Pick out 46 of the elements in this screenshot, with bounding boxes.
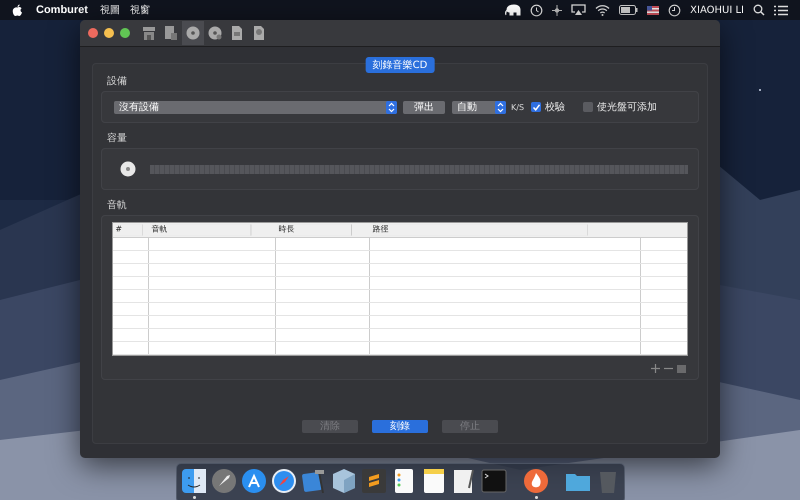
stepper-icon xyxy=(386,100,397,114)
finder-app-icon[interactable] xyxy=(181,468,207,500)
stepper-icon xyxy=(495,100,506,114)
panel-title: 刻錄音樂CD xyxy=(366,57,434,73)
add-icon[interactable] xyxy=(651,364,660,373)
section-label: 音軌 xyxy=(107,198,128,212)
disc-icon xyxy=(186,25,200,41)
column-header[interactable]: 音軌 xyxy=(149,224,251,236)
minimize-button[interactable] xyxy=(104,28,114,38)
airplay-icon[interactable] xyxy=(571,4,586,16)
battery-icon[interactable] xyxy=(619,5,638,15)
column-header[interactable]: # xyxy=(113,224,142,236)
menu-item[interactable]: 視圖 xyxy=(100,3,120,17)
crosshair-icon[interactable] xyxy=(552,4,562,16)
clock-icon[interactable] xyxy=(530,4,544,16)
disc-icon xyxy=(120,161,136,177)
document-icon xyxy=(164,25,178,41)
eject-button[interactable]: 彈出 xyxy=(403,100,445,114)
speed-select[interactable]: 自動 xyxy=(452,100,506,114)
close-button[interactable] xyxy=(88,28,98,38)
action-button[interactable]: 刻錄 xyxy=(372,420,428,433)
column-header[interactable]: 路徑 xyxy=(370,224,587,236)
flame-app-icon[interactable] xyxy=(523,468,549,500)
wifi-icon[interactable] xyxy=(595,4,610,16)
clock-icon[interactable] xyxy=(668,4,682,16)
store-icon xyxy=(142,25,156,41)
menu-item[interactable]: 視窗 xyxy=(130,3,150,17)
flag-icon[interactable] xyxy=(647,6,660,14)
disc-add-icon xyxy=(208,25,222,41)
checkbox[interactable] xyxy=(583,102,594,112)
speed-unit: K/S xyxy=(511,102,524,112)
search-icon[interactable] xyxy=(753,4,765,16)
checkbox[interactable] xyxy=(531,102,542,112)
disc-button[interactable] xyxy=(182,21,204,45)
device-select[interactable]: 沒有設備 xyxy=(114,100,397,114)
elephant-icon[interactable] xyxy=(505,4,522,16)
zoom-button[interactable] xyxy=(120,28,130,38)
column-header[interactable]: 時長 xyxy=(276,224,352,236)
app-menu[interactable]: Comburet xyxy=(36,4,88,16)
file-icon xyxy=(230,25,244,41)
section-label: 容量 xyxy=(107,132,128,145)
checkbox-label: 使光盤可添加 xyxy=(597,100,658,114)
apple-icon[interactable] xyxy=(12,4,23,16)
user-name[interactable]: XIAOHUI LI xyxy=(690,4,744,16)
section-label: 設備 xyxy=(107,74,128,88)
checkbox-label: 校驗 xyxy=(545,100,566,114)
